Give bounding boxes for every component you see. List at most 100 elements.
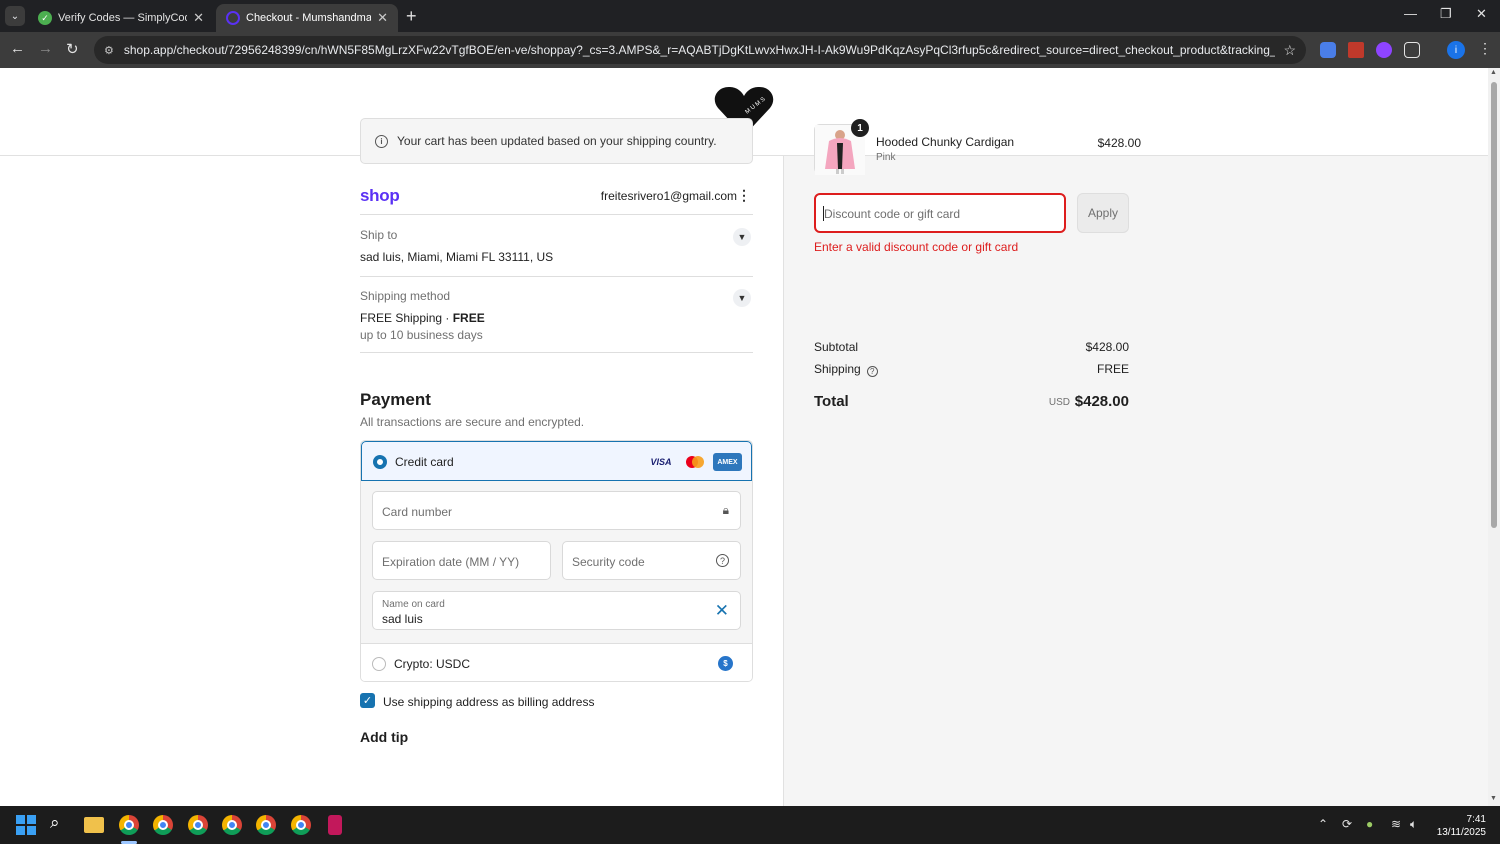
bookmark-star-icon[interactable]: ☆ — [1283, 42, 1296, 59]
tab-title: Checkout - Mumshandmade — [246, 12, 372, 24]
shipping-row: Shipping? FREE — [814, 362, 1129, 377]
ship-to-label: Ship to — [360, 228, 398, 242]
billing-address-checkbox[interactable]: ✓ — [360, 693, 375, 708]
card-number-placeholder: Card number — [382, 505, 453, 519]
chrome-icon[interactable] — [222, 815, 242, 835]
simplycodes-favicon-icon: ✓ — [38, 11, 52, 25]
chrome-icon[interactable] — [119, 815, 139, 835]
chevron-down-icon[interactable]: ▼ — [733, 289, 751, 307]
app-icon[interactable] — [328, 815, 342, 835]
chrome-icon[interactable] — [188, 815, 208, 835]
name-on-card-value: sad luis — [382, 612, 423, 626]
name-on-card-field[interactable]: Name on card sad luis ✕ — [372, 591, 741, 630]
search-icon[interactable]: ⌕ — [50, 813, 70, 833]
expiration-placeholder: Expiration date (MM / YY) — [382, 555, 520, 569]
lock-icon: 🔒︎ — [722, 503, 729, 517]
credit-card-form: Card number 🔒︎ Expiration date (MM / YY)… — [361, 481, 752, 643]
shipping-method-label: Shipping method — [360, 289, 451, 303]
url-text[interactable]: shop.app/checkout/72956248399/cn/hWN5F85… — [124, 43, 1276, 57]
file-explorer-icon[interactable] — [84, 817, 104, 833]
subtotal-value: $428.00 — [1085, 340, 1129, 354]
back-arrow-icon[interactable]: ← — [10, 40, 25, 57]
address-bar[interactable]: ⚙ shop.app/checkout/72956248399/cn/hWN5F… — [94, 36, 1306, 64]
puzzle-extensions-icon[interactable] — [1404, 42, 1420, 58]
security-code-field[interactable]: Security code ? — [562, 541, 741, 580]
shipping-label: Shipping — [814, 362, 861, 376]
product-variant: Pink — [876, 152, 896, 163]
tab-search-chevron-icon[interactable]: ⌄ — [5, 6, 25, 26]
payment-subtitle: All transactions are secure and encrypte… — [360, 415, 585, 429]
tab-checkout[interactable]: Checkout - Mumshandmade ✕ — [216, 4, 398, 32]
add-tip-heading: Add tip — [360, 729, 409, 745]
tab-simplycodes[interactable]: ✓ Verify Codes — SimplyCodes ✕ — [28, 4, 214, 32]
crypto-label: Crypto: USDC — [394, 657, 471, 671]
chevron-down-icon[interactable]: ▼ — [733, 228, 751, 246]
product-name: Hooded Chunky Cardigan — [876, 135, 1015, 149]
credit-card-radio[interactable] — [373, 455, 387, 469]
discount-error-message: Enter a valid discount code or gift card — [814, 240, 1019, 254]
scrollbar-thumb[interactable] — [1491, 82, 1497, 528]
scroll-up-arrow-icon[interactable]: ▲ — [1490, 69, 1497, 76]
usdc-icon: $ — [718, 656, 733, 671]
ship-to-section[interactable]: Ship to sad luis, Miami, Miami FL 33111,… — [360, 228, 753, 277]
discount-code-input[interactable]: Discount code or gift card — [814, 193, 1066, 233]
chrome-icon[interactable] — [291, 815, 311, 835]
extension-icon[interactable] — [1376, 42, 1392, 58]
name-on-card-label: Name on card — [382, 599, 445, 610]
clear-x-icon[interactable]: ✕ — [715, 601, 729, 621]
total-label: Total — [814, 393, 849, 410]
extension-icon[interactable] — [1348, 42, 1364, 58]
credit-card-option[interactable]: Credit card VISA AMEX — [361, 441, 752, 481]
chrome-icon[interactable] — [153, 815, 173, 835]
crypto-usdc-option[interactable]: Crypto: USDC $ — [361, 643, 752, 681]
profile-avatar[interactable]: i — [1447, 41, 1465, 59]
minimize-icon[interactable]: — — [1404, 6, 1417, 21]
security-code-placeholder: Security code — [572, 555, 645, 569]
browser-tab-bar: ⌄ ✓ Verify Codes — SimplyCodes ✕ Checkou… — [0, 0, 1500, 32]
shop-favicon-icon — [226, 11, 240, 25]
browser-toolbar: ← → ↻ ⚙ shop.app/checkout/72956248399/cn… — [0, 32, 1500, 68]
sync-icon[interactable]: ⟳ — [1342, 817, 1352, 831]
window-close-icon[interactable]: ✕ — [1476, 6, 1487, 22]
shipping-value: FREE — [1096, 362, 1129, 376]
scroll-down-arrow-icon[interactable]: ▼ — [1490, 795, 1497, 802]
crypto-radio[interactable] — [372, 657, 386, 671]
translate-extension-icon[interactable] — [1320, 42, 1336, 58]
page-scrollbar[interactable]: ▲ ▼ — [1488, 68, 1500, 806]
expiration-date-field[interactable]: Expiration date (MM / YY) — [372, 541, 551, 580]
tray-app-icon[interactable]: ● — [1366, 817, 1373, 831]
forward-arrow-icon[interactable]: → — [38, 40, 53, 57]
browser-menu-icon[interactable]: ⋮ — [1478, 40, 1492, 57]
mastercard-icon — [681, 453, 709, 471]
account-menu-icon[interactable]: ⋮ — [737, 187, 751, 204]
close-tab-icon[interactable]: ✕ — [193, 10, 204, 26]
clock-time: 7:41 — [1466, 814, 1486, 825]
cart-updated-notice: i Your cart has been updated based on yo… — [360, 118, 753, 164]
chrome-icon[interactable] — [256, 815, 276, 835]
help-question-icon[interactable]: ? — [716, 554, 729, 567]
shipping-method-detail: up to 10 business days — [360, 328, 483, 342]
close-tab-icon[interactable]: ✕ — [377, 10, 388, 26]
shipping-method-section[interactable]: Shipping method FREE Shipping · FREE up … — [360, 289, 753, 353]
apply-button[interactable]: Apply — [1077, 193, 1129, 233]
clock-date: 13/11/2025 — [1436, 827, 1486, 838]
billing-address-label[interactable]: Use shipping address as billing address — [383, 695, 594, 709]
restore-icon[interactable]: ❐ — [1440, 6, 1452, 22]
site-info-icon[interactable]: ⚙ — [104, 44, 114, 57]
windows-start-icon[interactable] — [16, 815, 36, 835]
shipping-method-price: FREE — [452, 311, 485, 325]
new-tab-plus-icon[interactable]: + — [406, 6, 417, 27]
show-hidden-icons-chevron-icon[interactable]: ⌃ — [1318, 817, 1328, 831]
subtotal-row: Subtotal $428.00 — [814, 340, 1129, 354]
quantity-badge: 1 — [851, 119, 869, 137]
shipping-method-name: FREE Shipping · — [360, 311, 453, 325]
reload-icon[interactable]: ↻ — [66, 40, 79, 58]
windows-taskbar: ⌕ ⌃ ⟳ ● ≋ 🔈︎ 7:41 13/11/2025 — [0, 806, 1500, 844]
system-clock[interactable]: 7:41 13/11/2025 — [1436, 813, 1486, 839]
volume-icon[interactable]: 🔈︎ — [1410, 817, 1417, 832]
card-number-field[interactable]: Card number 🔒︎ — [372, 491, 741, 530]
total-amount: $428.00 — [1074, 393, 1129, 410]
wifi-icon[interactable]: ≋ — [1391, 817, 1401, 831]
credit-card-label: Credit card — [395, 455, 454, 469]
help-question-icon[interactable]: ? — [866, 366, 878, 377]
